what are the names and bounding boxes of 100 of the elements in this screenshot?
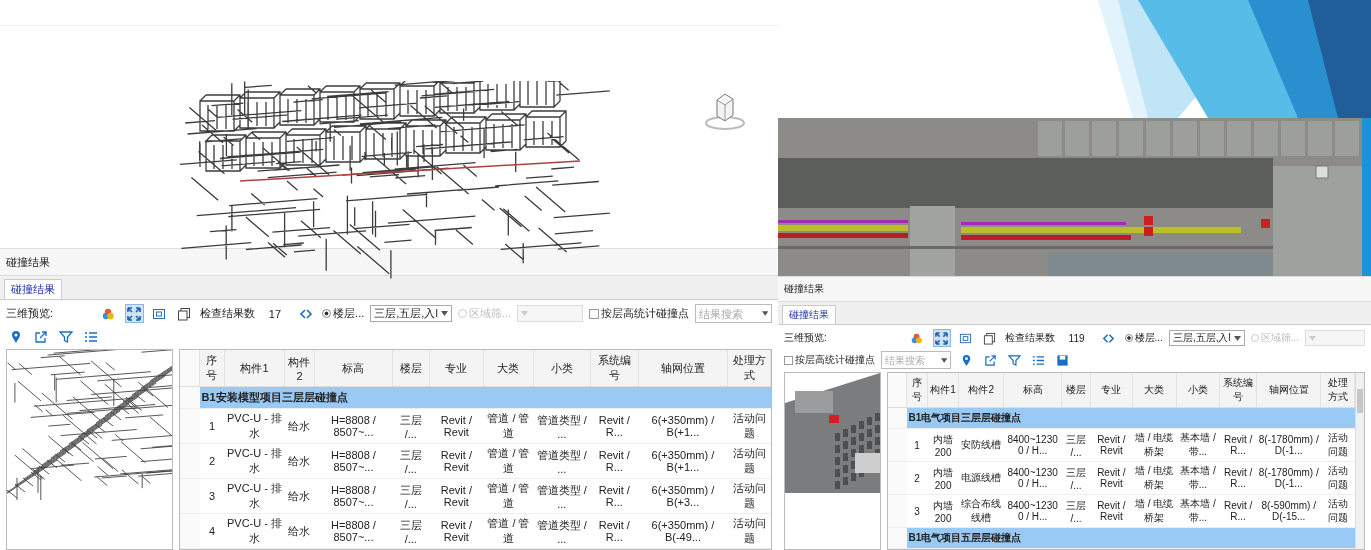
filter-radio[interactable]: 楼层...	[1124, 331, 1163, 345]
table-cell: Revit / Revit	[429, 513, 484, 549]
table-cell: 8400~12300 / H...	[1003, 494, 1062, 528]
table-cell: 基本墙 / 带...	[1176, 494, 1220, 528]
table-cell: PVC-U - 排水	[224, 513, 285, 549]
table-cell: 管道类型 / ...	[533, 408, 591, 444]
table-cell: 墙 / 电缆桥架	[1132, 461, 1177, 495]
table-cell: 内墙200	[927, 428, 959, 462]
table-cell: 4	[199, 513, 225, 549]
view-cube-icon[interactable]	[705, 93, 745, 130]
column-header[interactable]: 标高	[1003, 373, 1062, 408]
column-header[interactable]: 小类	[1176, 373, 1220, 408]
table-cell: Revit / Revit	[1090, 461, 1133, 495]
fit-arrows-icon[interactable]	[124, 304, 144, 323]
group-header[interactable]: B1安装模型项目三层层碰撞点	[199, 386, 771, 409]
table-cell: 三层 /...	[392, 478, 430, 514]
caret-icon	[440, 311, 448, 316]
search-field[interactable]: 结果搜索	[695, 304, 772, 323]
scrollbar[interactable]	[1355, 373, 1364, 549]
column-header[interactable]: 系统编号	[590, 350, 639, 387]
caret-icon	[761, 311, 768, 316]
table-cell: 活动问题	[727, 408, 771, 444]
table-cell: 管道类型 / ...	[533, 478, 591, 514]
count-value: 17	[268, 307, 282, 320]
table-cell: 给水	[284, 443, 315, 479]
column-header[interactable]: 序号	[199, 350, 225, 387]
table-cell: 2	[199, 443, 225, 479]
table-cell: 综合布线线槽	[958, 494, 1004, 528]
table-cell: 8400~12300 / H...	[1003, 461, 1062, 495]
panel-title: 碰撞结果	[0, 249, 778, 276]
table-cell: PVC-U - 排水	[224, 478, 285, 514]
table-cell: Revit / Revit	[429, 478, 484, 514]
caret-icon	[1233, 335, 1241, 341]
table-cell: H=8808 / 8507~...	[314, 513, 393, 549]
floor-height-checkbox[interactable]: 按层高统计碰撞点	[589, 306, 689, 321]
search-field[interactable]: 结果搜索	[881, 351, 951, 369]
checkbox-indicator[interactable]	[589, 308, 599, 319]
table-cell: 给水	[284, 478, 315, 514]
table-cell: 三层 /...	[392, 513, 430, 549]
table-cell: 墙 / 电缆桥架	[1132, 494, 1177, 528]
results-tab[interactable]: 碰撞结果	[782, 305, 836, 324]
column-header[interactable]: 构件2	[958, 373, 1004, 408]
radio-indicator[interactable]	[322, 309, 332, 318]
table-cell: Revit / R...	[1219, 428, 1257, 462]
table-cell: 1	[199, 408, 225, 444]
table-cell: 墙 / 电缆桥架	[1132, 428, 1177, 462]
count-label: 检查结果数	[199, 306, 255, 321]
column-header[interactable]: 构件1	[927, 373, 959, 408]
filter-dropdown[interactable]: 三层,五层,入l	[370, 305, 452, 322]
column-header[interactable]: 小类	[533, 350, 591, 387]
table-cell: H=8808 / 8507~...	[314, 478, 393, 514]
column-header[interactable]: 系统编号	[1219, 373, 1257, 408]
filter-dropdown[interactable]: 三层,五层,入l	[1168, 330, 1245, 346]
filter-radio[interactable]: 楼层...	[322, 306, 365, 321]
group-header[interactable]: B1电气项目五层层碰撞点	[906, 527, 1355, 549]
column-header[interactable]: 大类	[1132, 373, 1177, 408]
column-header[interactable]: 处理方式	[727, 350, 771, 387]
column-header[interactable]: 轴网位置	[638, 350, 728, 387]
fit-arrows-icon[interactable]	[932, 329, 951, 347]
table-cell: 活动问题	[727, 443, 771, 479]
table-cell: Revit / R...	[590, 408, 639, 444]
table-cell: 8400~12300 / H...	[1003, 428, 1062, 462]
table-cell: 管道类型 / ...	[533, 513, 591, 549]
column-header[interactable]: 序号	[906, 373, 928, 408]
table-cell: 三层 /...	[1061, 428, 1091, 462]
results-tab[interactable]: 碰撞结果	[4, 279, 62, 299]
column-header[interactable]: 楼层	[1061, 373, 1091, 408]
column-header[interactable]: 楼层	[392, 350, 430, 387]
column-header[interactable]: 轴网位置	[1256, 373, 1321, 408]
table-cell: 管道 / 管道	[483, 443, 534, 479]
column-header[interactable]: 构件1	[224, 350, 285, 387]
table-cell: 8(-1780mm) / D(-1...	[1256, 461, 1321, 495]
table-cell: 活动问题	[727, 513, 771, 549]
column-header[interactable]: 构件2	[284, 350, 315, 387]
group-header[interactable]: B1电气项目三层层碰撞点	[906, 407, 1355, 429]
table-cell: 活动问题	[1320, 494, 1355, 528]
column-header[interactable]: 专业	[429, 350, 484, 387]
table-cell: Revit / Revit	[429, 443, 484, 479]
panel-title: 碰撞结果	[778, 277, 1371, 302]
table-cell: 6(+350mm) / B(+1...	[638, 443, 728, 479]
column-header[interactable]: 专业	[1090, 373, 1133, 408]
preview-label: 三维预览:	[6, 306, 54, 321]
column-header[interactable]: 处理方式	[1320, 373, 1355, 408]
table-cell: 3	[906, 494, 928, 528]
table-cell: 3	[199, 478, 225, 514]
table-cell: 管道 / 管道	[483, 478, 534, 514]
table-cell: 三层 /...	[392, 408, 430, 444]
floor-height-checkbox[interactable]: 按层高统计碰撞点	[784, 353, 875, 367]
table-cell: 活动问题	[1320, 461, 1355, 495]
table-cell: 6(+350mm) / B(+3...	[638, 478, 728, 514]
table-cell: 三层 /...	[1061, 461, 1091, 495]
column-header[interactable]: 大类	[483, 350, 534, 387]
table-cell: Revit / R...	[590, 513, 639, 549]
checkbox-indicator[interactable]	[784, 355, 793, 365]
caret-icon	[521, 311, 528, 316]
table-cell: 8(-590mm) / D(-15...	[1256, 494, 1321, 528]
column-header[interactable]: 标高	[314, 350, 393, 387]
table-cell: 基本墙 / 带...	[1176, 461, 1220, 495]
radio-indicator[interactable]	[1124, 334, 1133, 342]
table-cell: 活动问题	[727, 478, 771, 514]
